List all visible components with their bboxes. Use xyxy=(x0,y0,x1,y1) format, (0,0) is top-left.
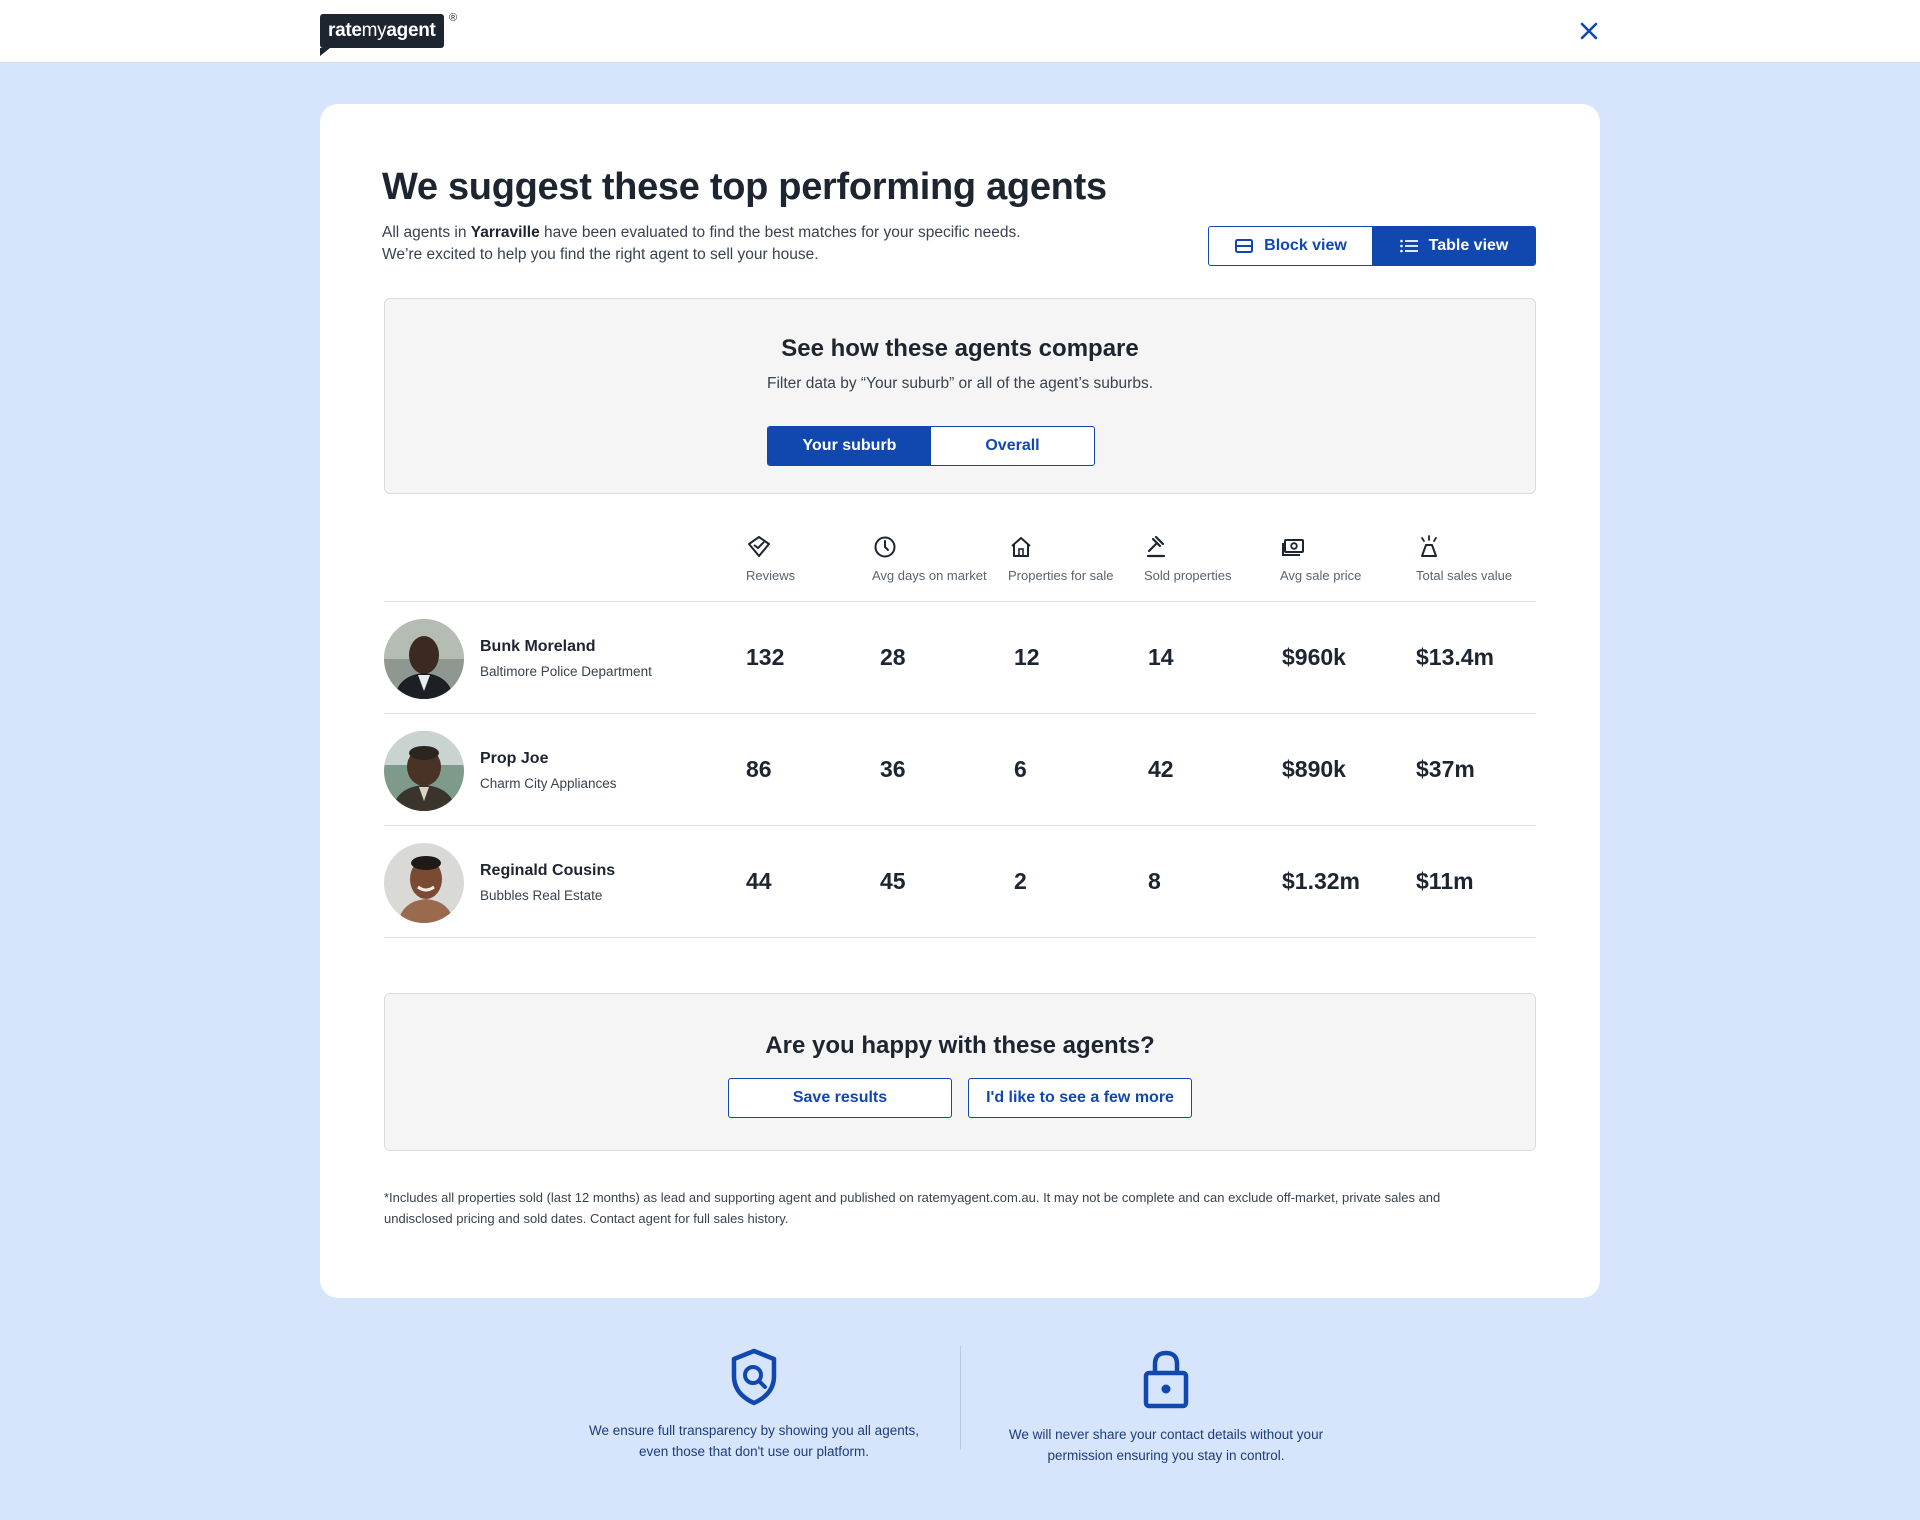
close-button[interactable] xyxy=(1576,18,1602,44)
page-title: We suggest these top performing agents xyxy=(382,166,1107,208)
feedback-panel: Are you happy with these agents? Save re… xyxy=(384,993,1536,1151)
save-results-button[interactable]: Save results xyxy=(728,1078,952,1118)
disclaimer: *Includes all properties sold (last 12 m… xyxy=(384,1190,1441,1226)
table-row[interactable]: Reginald Cousins Bubbles Real Estate 44 … xyxy=(384,826,1536,938)
stat-avg-sale-price: $960k xyxy=(1282,644,1346,670)
agent-name[interactable]: Prop Joe xyxy=(480,750,548,768)
house-icon xyxy=(1011,537,1031,557)
ratemyagent-logo[interactable]: ratemyagent xyxy=(320,14,444,56)
avatar xyxy=(384,731,464,811)
gavel-icon xyxy=(1146,535,1166,558)
view-toggle: Block view Table view xyxy=(1208,226,1536,266)
stat-avg-days: 45 xyxy=(880,868,906,894)
bell-sparkle-icon xyxy=(1421,535,1437,557)
column-reviews: Reviews xyxy=(746,534,795,583)
privacy-badge: We will never share your contact details… xyxy=(976,1348,1356,1466)
table-row[interactable]: Bunk Moreland Baltimore Police Departmen… xyxy=(384,602,1536,714)
top-bar: ratemyagent ® xyxy=(0,0,1920,63)
agent-name[interactable]: Bunk Moreland xyxy=(480,638,596,656)
agent-agency: Charm City Appliances xyxy=(480,776,617,791)
compare-title: See how these agents compare xyxy=(781,335,1139,362)
scope-toggle: Your suburb Overall xyxy=(767,426,1095,466)
divider xyxy=(960,1346,961,1450)
agent-agency: Bubbles Real Estate xyxy=(480,888,603,903)
agent-agency: Baltimore Police Department xyxy=(480,664,652,679)
review-badge-icon xyxy=(748,536,770,557)
suburb-name: Yarraville xyxy=(470,224,540,241)
column-sold-properties: Sold properties xyxy=(1144,534,1231,583)
stat-avg-sale-price: $890k xyxy=(1282,756,1346,782)
list-icon xyxy=(1399,239,1418,253)
stat-sold-properties: 42 xyxy=(1148,756,1174,782)
block-view-icon xyxy=(1235,239,1254,253)
stat-sold-properties: 8 xyxy=(1148,868,1161,894)
table-header: Reviews Avg days on market Properties fo… xyxy=(384,534,1536,602)
stat-avg-sale-price: $1.32m xyxy=(1282,868,1361,894)
column-total-sales-value: Total sales value xyxy=(1416,534,1512,583)
column-avg-days: Avg days on market xyxy=(872,534,987,583)
intro-text: All agents in Yarraville have been evalu… xyxy=(382,224,1021,263)
agent-name[interactable]: Reginald Cousins xyxy=(480,862,615,880)
stat-total-sales-value: $13.4m xyxy=(1416,644,1495,670)
stat-reviews: 44 xyxy=(746,868,772,894)
feedback-title: Are you happy with these agents? xyxy=(765,1032,1155,1059)
stat-avg-days: 28 xyxy=(880,644,906,670)
avatar xyxy=(384,619,464,699)
compare-panel: See how these agents compare Filter data… xyxy=(384,298,1536,494)
stat-properties-for-sale: 12 xyxy=(1014,644,1040,670)
stat-avg-days: 36 xyxy=(880,756,906,782)
transparency-badge: We ensure full transparency by showing y… xyxy=(564,1348,944,1462)
stat-reviews: 86 xyxy=(746,756,772,782)
avatar xyxy=(384,843,464,923)
block-view-button[interactable]: Block view xyxy=(1209,227,1372,265)
overall-tab[interactable]: Overall xyxy=(931,427,1094,465)
table-row[interactable]: Prop Joe Charm City Appliances 86 36 6 4… xyxy=(384,714,1536,826)
stat-sold-properties: 14 xyxy=(1148,644,1174,670)
compare-subtitle: Filter data by “Your suburb” or all of t… xyxy=(767,375,1153,392)
see-more-button[interactable]: I'd like to see a few more xyxy=(968,1078,1192,1118)
stat-total-sales-value: $37m xyxy=(1416,756,1475,782)
your-suburb-tab[interactable]: Your suburb xyxy=(768,427,931,465)
lock-icon xyxy=(1143,1350,1189,1409)
registered-mark: ® xyxy=(449,12,458,24)
results-card: We suggest these top performing agents A… xyxy=(320,104,1600,1298)
money-icon xyxy=(1282,539,1304,556)
close-icon xyxy=(1580,22,1598,40)
column-properties-for-sale: Properties for sale xyxy=(1008,534,1114,583)
stat-total-sales-value: $11m xyxy=(1416,868,1474,894)
table-view-button[interactable]: Table view xyxy=(1372,227,1535,265)
shield-search-icon xyxy=(731,1348,777,1406)
clock-icon xyxy=(874,536,896,558)
column-avg-sale-price: Avg sale price xyxy=(1280,534,1361,583)
stat-reviews: 132 xyxy=(746,644,785,670)
stat-properties-for-sale: 2 xyxy=(1014,868,1027,894)
stat-properties-for-sale: 6 xyxy=(1014,756,1027,782)
